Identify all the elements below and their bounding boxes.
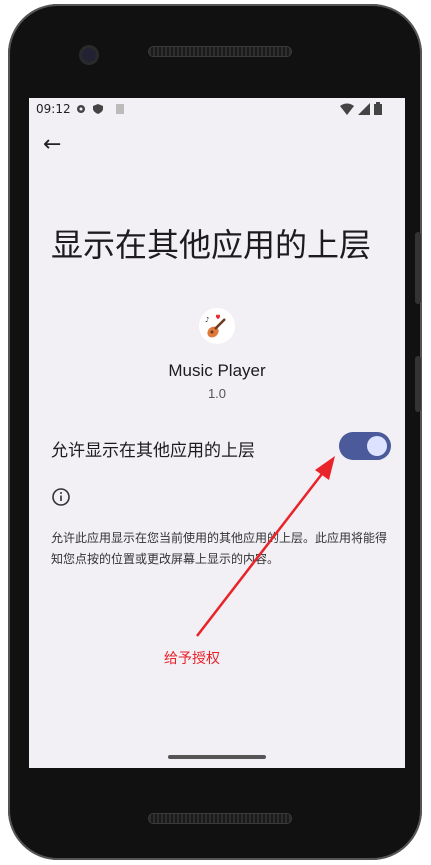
front-camera [82,48,96,62]
screen: 09:12 ← 显示在其他应用的上层 ♪ Music Player 1.0 允许… [29,98,405,768]
volume-button [415,232,421,304]
power-button [415,356,421,412]
annotation-arrow [196,456,335,637]
bottom-speaker [149,814,291,823]
top-speaker [149,47,291,56]
home-indicator[interactable] [168,755,266,759]
